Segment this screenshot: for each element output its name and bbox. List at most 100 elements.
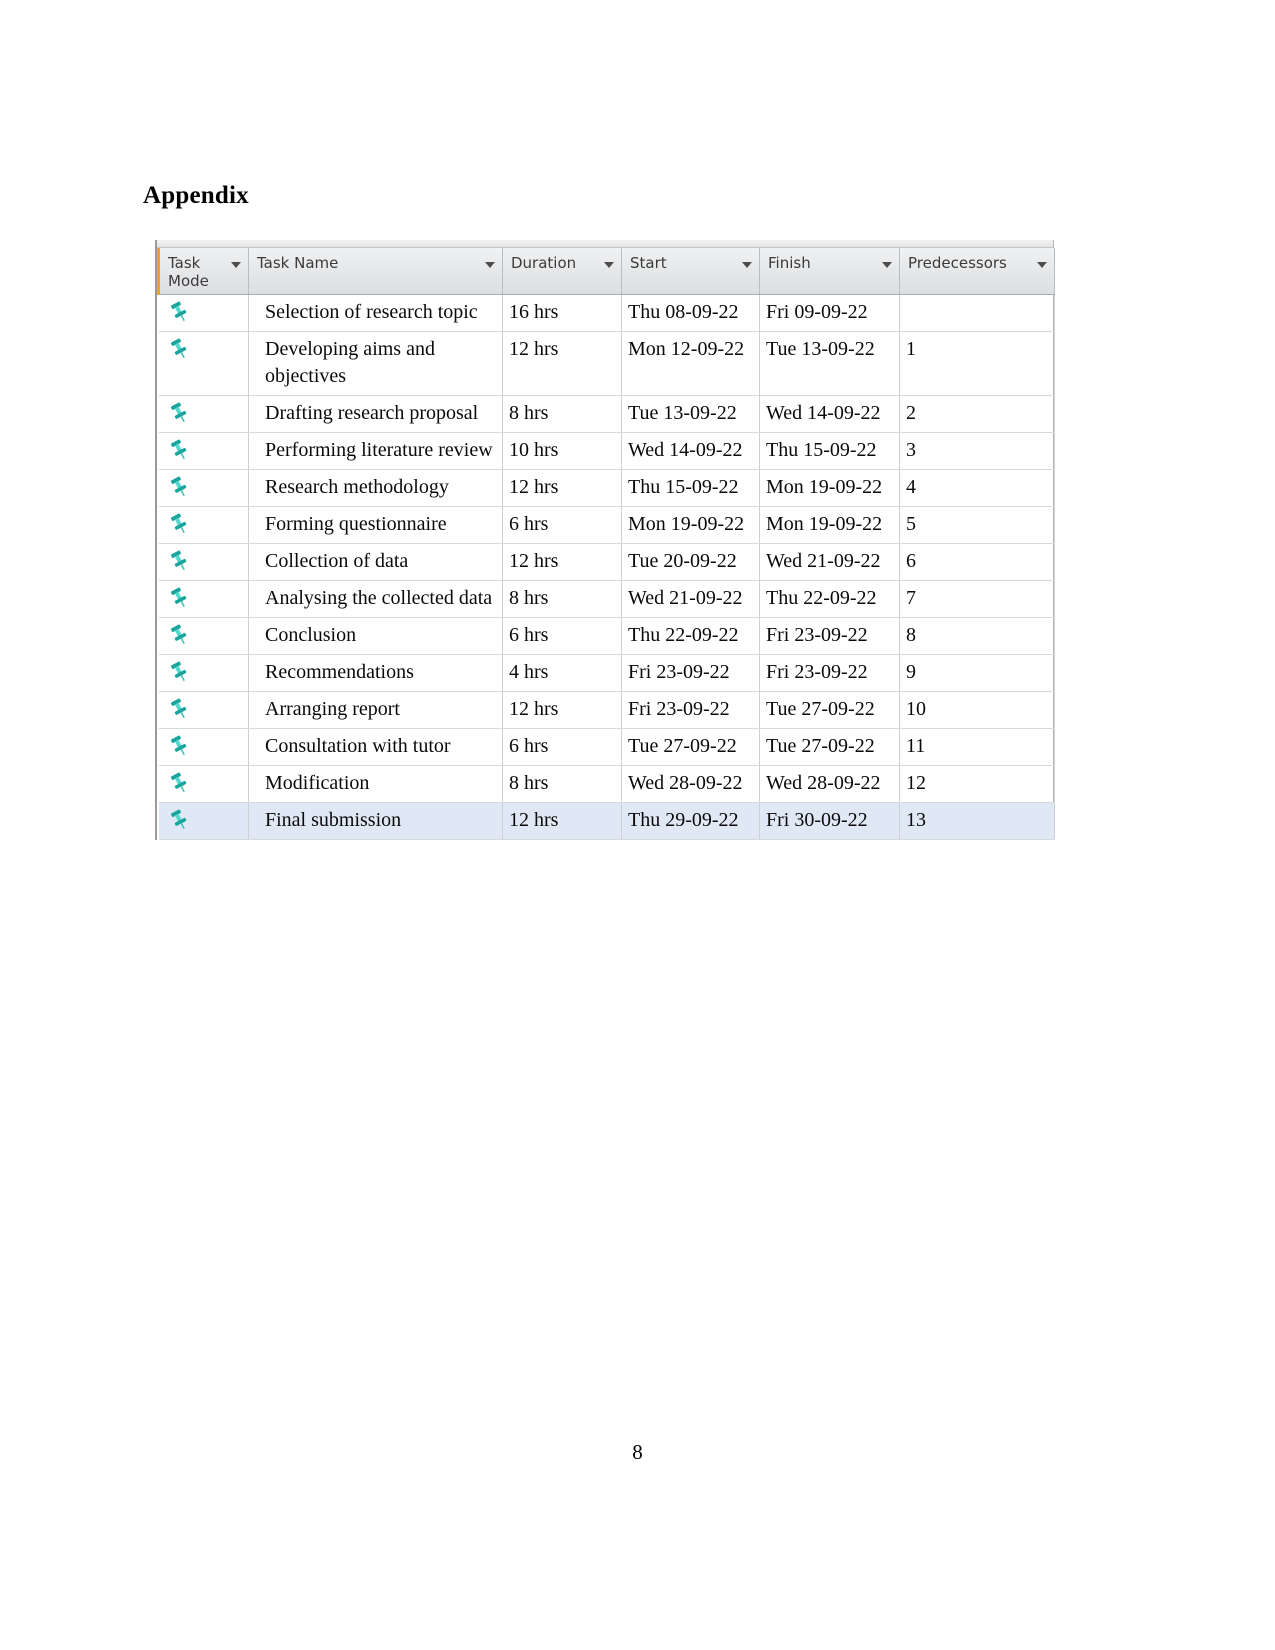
cell-finish[interactable]: Tue 27-09-22 — [759, 691, 900, 729]
cell-task-mode[interactable] — [158, 506, 249, 544]
cell-predecessors[interactable]: 8 — [899, 617, 1055, 655]
table-row[interactable]: Arranging report 12 hrs Fri 23-09-22 Tue 27… — [158, 691, 1055, 729]
cell-finish[interactable]: Fri 09-09-22 — [759, 294, 900, 332]
cell-finish[interactable]: Mon 19-09-22 — [759, 469, 900, 507]
cell-task-mode[interactable] — [158, 331, 249, 396]
cell-predecessors[interactable]: 4 — [899, 469, 1055, 507]
cell-predecessors[interactable]: 10 — [899, 691, 1055, 729]
cell-task-mode[interactable] — [158, 728, 249, 766]
cell-predecessors[interactable]: 1 — [899, 331, 1055, 396]
cell-start[interactable]: Wed 21-09-22 — [621, 580, 760, 618]
column-header-duration[interactable]: Duration — [502, 248, 622, 295]
cell-start[interactable]: Thu 29-09-22 — [621, 802, 760, 840]
filter-arrow-icon[interactable] — [485, 262, 495, 268]
pin-icon[interactable] — [169, 624, 189, 646]
cell-task-name[interactable]: Collection of data — [248, 543, 503, 581]
cell-task-mode[interactable] — [158, 765, 249, 803]
table-row[interactable]: Collection of data 12 hrs Tue 20-09-22 Wed … — [158, 543, 1055, 581]
cell-task-mode[interactable] — [158, 395, 249, 433]
cell-finish[interactable]: Fri 23-09-22 — [759, 654, 900, 692]
cell-duration[interactable]: 16 hrs — [502, 294, 622, 332]
table-row[interactable]: Selection of research topic 16 hrs Thu 08-… — [158, 294, 1055, 332]
cell-duration[interactable]: 6 hrs — [502, 617, 622, 655]
cell-finish[interactable]: Wed 28-09-22 — [759, 765, 900, 803]
cell-finish[interactable]: Thu 15-09-22 — [759, 432, 900, 470]
pin-icon[interactable] — [169, 476, 189, 498]
cell-finish[interactable]: Mon 19-09-22 — [759, 506, 900, 544]
cell-duration[interactable]: 6 hrs — [502, 506, 622, 544]
column-header-predecessors[interactable]: Predecessors — [899, 248, 1055, 295]
cell-finish[interactable]: Wed 21-09-22 — [759, 543, 900, 581]
pin-icon[interactable] — [169, 301, 189, 323]
cell-start[interactable]: Mon 19-09-22 — [621, 506, 760, 544]
filter-arrow-icon[interactable] — [742, 262, 752, 268]
cell-task-mode[interactable] — [158, 654, 249, 692]
cell-start[interactable]: Wed 28-09-22 — [621, 765, 760, 803]
cell-finish[interactable]: Fri 23-09-22 — [759, 617, 900, 655]
table-row[interactable]: Developing aims and objectives 12 hrs Mon … — [158, 331, 1055, 396]
table-row[interactable]: Research methodology 12 hrs Thu 15-09-22 Mo… — [158, 469, 1055, 507]
cell-start[interactable]: Mon 12-09-22 — [621, 331, 760, 396]
table-row[interactable]: Modification 8 hrs Wed 28-09-22 Wed 28-09-2… — [158, 765, 1055, 803]
pin-icon[interactable] — [169, 809, 189, 831]
cell-predecessors[interactable]: 6 — [899, 543, 1055, 581]
cell-finish[interactable]: Tue 27-09-22 — [759, 728, 900, 766]
pin-icon[interactable] — [169, 735, 189, 757]
cell-duration[interactable]: 8 hrs — [502, 395, 622, 433]
cell-finish[interactable]: Wed 14-09-22 — [759, 395, 900, 433]
filter-arrow-icon[interactable] — [882, 262, 892, 268]
pin-icon[interactable] — [169, 338, 189, 360]
cell-predecessors[interactable]: 12 — [899, 765, 1055, 803]
pin-icon[interactable] — [169, 661, 189, 683]
cell-duration[interactable]: 12 hrs — [502, 543, 622, 581]
cell-task-name[interactable]: Consultation with tutor — [248, 728, 503, 766]
cell-task-name[interactable]: Research methodology — [248, 469, 503, 507]
filter-arrow-icon[interactable] — [231, 262, 241, 268]
table-row[interactable]: Consultation with tutor 6 hrs Tue 27-09-22… — [158, 728, 1055, 766]
column-header-start[interactable]: Start — [621, 248, 760, 295]
cell-task-mode[interactable] — [158, 580, 249, 618]
cell-start[interactable]: Thu 22-09-22 — [621, 617, 760, 655]
cell-duration[interactable]: 12 hrs — [502, 691, 622, 729]
cell-task-name[interactable]: Developing aims and objectives — [248, 331, 503, 396]
cell-duration[interactable]: 10 hrs — [502, 432, 622, 470]
cell-duration[interactable]: 8 hrs — [502, 765, 622, 803]
cell-duration[interactable]: 4 hrs — [502, 654, 622, 692]
cell-task-name[interactable]: Forming questionnaire — [248, 506, 503, 544]
cell-start[interactable]: Fri 23-09-22 — [621, 654, 760, 692]
cell-finish[interactable]: Tue 13-09-22 — [759, 331, 900, 396]
pin-icon[interactable] — [169, 698, 189, 720]
column-header-finish[interactable]: Finish — [759, 248, 900, 295]
cell-task-name[interactable]: Selection of research topic — [248, 294, 503, 332]
cell-predecessors[interactable]: 2 — [899, 395, 1055, 433]
table-row[interactable]: Conclusion 6 hrs Thu 22-09-22 Fri 23-09-22 8 — [158, 617, 1055, 655]
table-row[interactable]: Performing literature review 10 hrs Wed 14… — [158, 432, 1055, 470]
cell-predecessors[interactable]: 5 — [899, 506, 1055, 544]
table-row[interactable]: Forming questionnaire 6 hrs Mon 19-09-22 Mo… — [158, 506, 1055, 544]
pin-icon[interactable] — [169, 402, 189, 424]
cell-start[interactable]: Tue 20-09-22 — [621, 543, 760, 581]
cell-duration[interactable]: 12 hrs — [502, 469, 622, 507]
cell-predecessors[interactable]: 3 — [899, 432, 1055, 470]
cell-task-name[interactable]: Analysing the collected data — [248, 580, 503, 618]
table-row[interactable]: Recommendations 4 hrs Fri 23-09-22 Fri 23-0… — [158, 654, 1055, 692]
cell-task-mode[interactable] — [158, 617, 249, 655]
cell-start[interactable]: Wed 14-09-22 — [621, 432, 760, 470]
cell-task-name[interactable]: Modification — [248, 765, 503, 803]
cell-task-mode[interactable] — [158, 543, 249, 581]
cell-task-mode[interactable] — [158, 691, 249, 729]
cell-start[interactable]: Tue 27-09-22 — [621, 728, 760, 766]
cell-task-name[interactable]: Final submission — [248, 802, 503, 840]
cell-task-name[interactable]: Drafting research proposal — [248, 395, 503, 433]
pin-icon[interactable] — [169, 439, 189, 461]
filter-arrow-icon[interactable] — [1037, 262, 1047, 268]
cell-duration[interactable]: 12 hrs — [502, 802, 622, 840]
cell-task-mode[interactable] — [158, 469, 249, 507]
table-row[interactable]: Final submission 12 hrs Thu 29-09-22 Fri 30… — [158, 802, 1055, 840]
cell-finish[interactable]: Fri 30-09-22 — [759, 802, 900, 840]
cell-duration[interactable]: 6 hrs — [502, 728, 622, 766]
cell-predecessors[interactable]: 11 — [899, 728, 1055, 766]
cell-predecessors[interactable]: 9 — [899, 654, 1055, 692]
cell-finish[interactable]: Thu 22-09-22 — [759, 580, 900, 618]
cell-predecessors[interactable] — [899, 294, 1055, 332]
